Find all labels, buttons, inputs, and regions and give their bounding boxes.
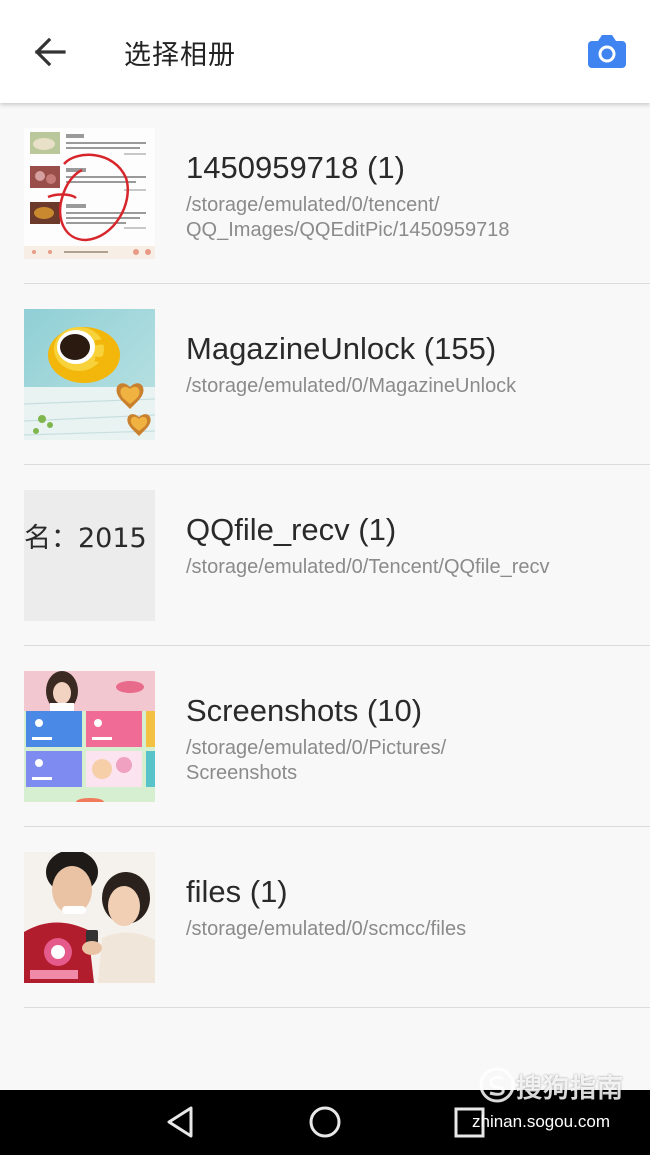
album-thumbnail [24,128,155,259]
album-list: 1450959718 (1) /storage/emulated/0/tence… [0,103,650,1008]
album-path: /storage/emulated/0/tencent/ QQ_Images/Q… [186,194,510,241]
album-path: /storage/emulated/0/Pictures/ Screenshot… [186,737,447,784]
album-row[interactable]: MagazineUnlock (155) /storage/emulated/0… [0,284,650,465]
album-name: Screenshots (10) [186,693,423,728]
album-path: /storage/emulated/0/scmcc/files [186,918,467,940]
app-bar: 选择相册 [0,0,650,103]
app-screenshot-image [24,671,155,802]
album-thumbnail: 名：2015 [24,490,155,621]
album-path: /storage/emulated/0/MagazineUnlock [186,375,517,397]
album-row[interactable]: Screenshots (10) /storage/emulated/0/Pic… [0,646,650,827]
nav-home-button[interactable] [303,1102,347,1146]
album-thumbnail [24,852,155,983]
coffee-photo-image [24,309,155,440]
triangle-back-icon [167,1106,193,1138]
nav-recents-button[interactable] [448,1102,492,1146]
navigation-bar [0,1090,650,1155]
back-button[interactable] [24,30,76,74]
album-thumbnail [24,309,155,440]
album-row[interactable]: files (1) /storage/emulated/0/scmcc/file… [0,827,650,1008]
album-path: /storage/emulated/0/Tencent/QQfile_recv [186,556,550,578]
camera-button[interactable] [584,28,632,76]
recipe-screenshot-image [24,128,155,259]
album-row[interactable]: 1450959718 (1) /storage/emulated/0/tence… [0,103,650,284]
thumbnail-text: 名：2015 [24,523,147,554]
album-row[interactable]: 名：2015 QQfile_recv (1) /storage/emulated… [0,465,650,646]
album-name: MagazineUnlock (155) [186,331,497,366]
album-name: files (1) [186,874,288,909]
nav-back-button[interactable] [159,1102,203,1146]
camera-icon [588,35,626,68]
divider [24,1007,650,1008]
page-title: 选择相册 [124,40,236,71]
circle-home-icon [309,1106,341,1138]
album-thumbnail [24,671,155,802]
people-photo-image [24,852,155,983]
album-name: 1450959718 (1) [186,150,405,185]
arrow-left-icon [34,37,66,67]
album-name: QQfile_recv (1) [186,512,397,547]
square-recents-icon [454,1107,485,1138]
